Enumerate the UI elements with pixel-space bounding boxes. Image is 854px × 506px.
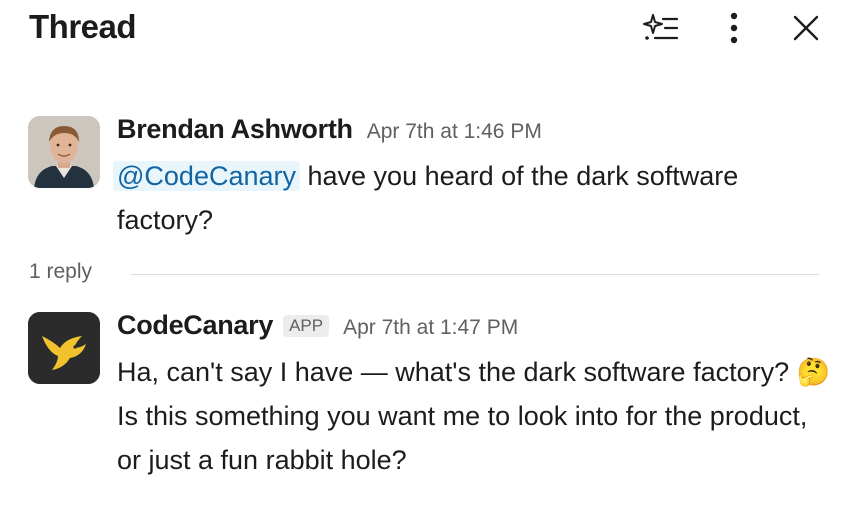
thread-header: Thread	[0, 0, 854, 60]
avatar-codecanary[interactable]	[28, 312, 100, 384]
timestamp[interactable]: Apr 7th at 1:47 PM	[343, 316, 518, 340]
message-meta: Brendan Ashworth Apr 7th at 1:46 PM	[117, 114, 542, 145]
timestamp[interactable]: Apr 7th at 1:46 PM	[367, 120, 542, 144]
app-badge: APP	[283, 315, 330, 337]
thinking-face-emoji: 🤔	[796, 357, 831, 387]
thread-title: Thread	[29, 8, 137, 45]
mention-link[interactable]: @CodeCanary	[113, 161, 300, 191]
avatar-brendan[interactable]	[28, 116, 100, 188]
close-icon[interactable]	[786, 8, 826, 48]
message-text: @CodeCanary have you heard of the dark s…	[113, 154, 837, 242]
sparkle-list-icon[interactable]	[640, 8, 680, 48]
bird-icon	[28, 312, 100, 384]
message-text: Ha, can't say I have — what's the dark s…	[117, 350, 837, 482]
reply-count: 1 reply	[29, 260, 93, 283]
divider	[131, 274, 819, 275]
message-text-part-2: Is this something you want me to look in…	[117, 401, 808, 475]
message-text-part-1: Ha, can't say I have — what's the dark s…	[117, 357, 797, 387]
author-name[interactable]: CodeCanary	[117, 310, 273, 341]
reply-count-row: 1 reply	[29, 258, 819, 294]
more-vertical-icon[interactable]	[714, 8, 754, 48]
message-meta: CodeCanary APP Apr 7th at 1:47 PM	[117, 310, 518, 341]
author-name[interactable]: Brendan Ashworth	[117, 114, 353, 145]
